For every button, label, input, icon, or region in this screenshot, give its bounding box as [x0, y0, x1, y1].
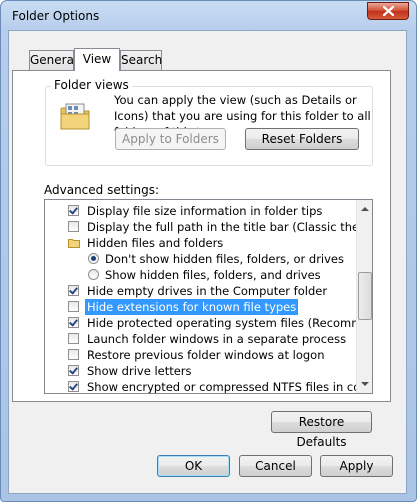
ok-label: OK [184, 459, 203, 473]
vertical-scrollbar[interactable] [356, 200, 372, 393]
ok-button[interactable]: OK [157, 455, 230, 477]
list-item-label: Hide extensions for known file types [85, 299, 299, 315]
checkbox[interactable] [68, 205, 79, 216]
folder-views-icon [58, 100, 92, 137]
checkbox[interactable] [68, 381, 79, 392]
checkbox[interactable] [68, 317, 79, 328]
checkbox[interactable] [68, 365, 79, 376]
cancel-button[interactable]: Cancel [239, 455, 312, 477]
apply-to-folders-label: Apply to Folders [122, 132, 219, 146]
apply-to-folders-button[interactable]: Apply to Folders [115, 128, 226, 150]
list-item-label: Launch folder windows in a separate proc… [87, 332, 347, 346]
list-item-label: Show drive letters [87, 364, 192, 378]
checkbox[interactable] [68, 285, 79, 296]
title-bar[interactable]: Folder Options [1, 1, 416, 31]
tab-search-label: Search [121, 53, 163, 67]
checkbox[interactable] [68, 301, 79, 312]
close-icon [383, 6, 394, 16]
apply-button[interactable]: Apply [320, 455, 393, 477]
tab-view-label: View [82, 52, 112, 66]
folder-views-label: Folder views [51, 78, 132, 92]
restore-defaults-button[interactable]: Restore Defaults [271, 411, 372, 449]
window-title: Folder Options [12, 9, 100, 23]
reset-folders-label: Reset Folders [261, 132, 343, 146]
list-item-label: Display file size information in folder … [87, 204, 323, 218]
folder-icon [68, 239, 80, 248]
list-item-label: Hidden files and folders [87, 236, 224, 250]
advanced-settings-label: Advanced settings: [44, 183, 159, 197]
advanced-settings-list[interactable]: Display file size information in folder … [44, 199, 373, 394]
list-item-label: Hide protected operating system files (R… [87, 316, 373, 330]
checkbox[interactable] [68, 349, 79, 360]
list-item-label: Show encrypted or compressed NTFS files … [87, 380, 373, 394]
tab-general[interactable]: General [29, 50, 78, 70]
radio-button[interactable] [88, 269, 99, 280]
scroll-down-icon[interactable] [361, 382, 369, 386]
tab-general-label: General [30, 53, 78, 67]
list-item-label: Hide empty drives in the Computer folder [87, 284, 328, 298]
list-item-label: Restore previous folder windows at logon [87, 348, 325, 362]
checkbox[interactable] [68, 333, 79, 344]
radio-button[interactable] [88, 253, 99, 264]
restore-defaults-label: Restore Defaults [296, 415, 347, 449]
tab-search[interactable]: Search [120, 50, 162, 70]
tab-view[interactable]: View [74, 48, 120, 71]
scrollbar-thumb[interactable] [358, 272, 372, 320]
list-item-label: Display the full path in the title bar (… [87, 220, 372, 234]
cancel-label: Cancel [255, 459, 296, 473]
reset-folders-button[interactable]: Reset Folders [245, 128, 359, 150]
checkbox[interactable] [68, 221, 79, 232]
scroll-up-icon[interactable] [361, 207, 369, 211]
apply-label: Apply [339, 459, 374, 473]
close-button[interactable] [367, 2, 409, 20]
list-item-label: Show hidden files, folders, and drives [105, 268, 321, 282]
list-item-label: Don't show hidden files, folders, or dri… [105, 252, 345, 266]
